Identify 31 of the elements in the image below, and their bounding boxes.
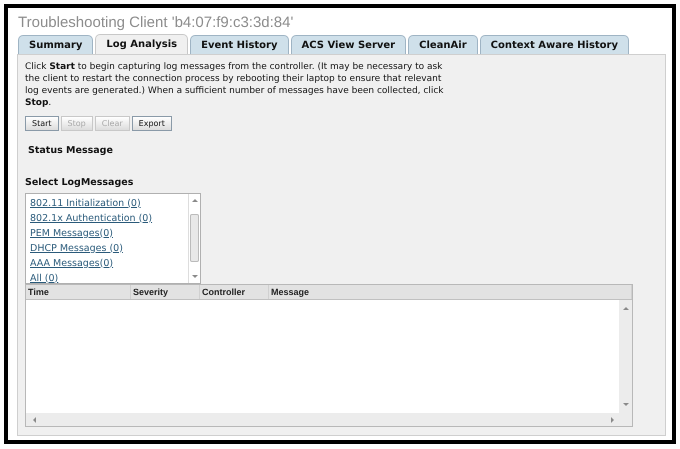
status-heading: Status Message	[28, 144, 114, 158]
action-button[interactable]: Export	[132, 116, 172, 131]
log-type-link[interactable]: 802.1x Authentication (0)	[30, 210, 152, 226]
log-message-list[interactable]: 802.11 Initialization (0) 802.1x Authentication (0) PEM Messages(0) DHCP Messages (0) AAA Messages(0) All (0)	[25, 192, 201, 284]
log-type-link[interactable]: AAA Messages(0)	[30, 256, 114, 270]
tab[interactable]: Log Analysis	[95, 34, 188, 54]
log-type-link[interactable]: PEM Messages(0)	[30, 226, 113, 240]
scroll-down-icon[interactable]	[622, 400, 629, 408]
scroll-left-icon[interactable]	[31, 416, 38, 422]
tab[interactable]: ACS View Server	[290, 35, 406, 54]
scroll-down-icon[interactable]	[191, 272, 198, 280]
log-type-link[interactable]: DHCP Messages (0)	[30, 240, 123, 256]
column-header: Controller	[200, 284, 269, 298]
tab[interactable]: Event History	[190, 35, 289, 54]
column-header: Message	[269, 284, 632, 298]
scroll-up-icon[interactable]	[622, 304, 629, 312]
scroll-up-icon[interactable]	[191, 196, 198, 204]
log-type-link[interactable]: 802.11 Initialization (0)	[30, 196, 141, 210]
tab[interactable]: CleanAir	[408, 35, 478, 54]
log-type-link[interactable]: All (0)	[30, 270, 58, 282]
select-heading: Select LogMessages	[25, 176, 134, 190]
scroll-thumb[interactable]	[190, 214, 199, 262]
window-title: Troubleshooting Client 'b4:07:f9:c3:3d:84'	[17, 14, 294, 32]
column-header: Severity	[131, 284, 200, 298]
action-button[interactable]: Start	[25, 116, 59, 131]
tab[interactable]: Context Aware History	[480, 35, 629, 54]
instructions-text: Click Start to begin capturing log messages from the controller. (It may be necessary to ask the client to restart the connection process by rebooting their laptop to ensure that relevant log events are generated.) When a sufficient number of messages have been collected, click Stop.	[25, 61, 445, 109]
column-header: Time	[26, 284, 131, 298]
scrollbar[interactable]	[188, 194, 200, 282]
tab[interactable]: Summary	[18, 35, 94, 54]
scroll-right-icon[interactable]	[609, 416, 616, 422]
